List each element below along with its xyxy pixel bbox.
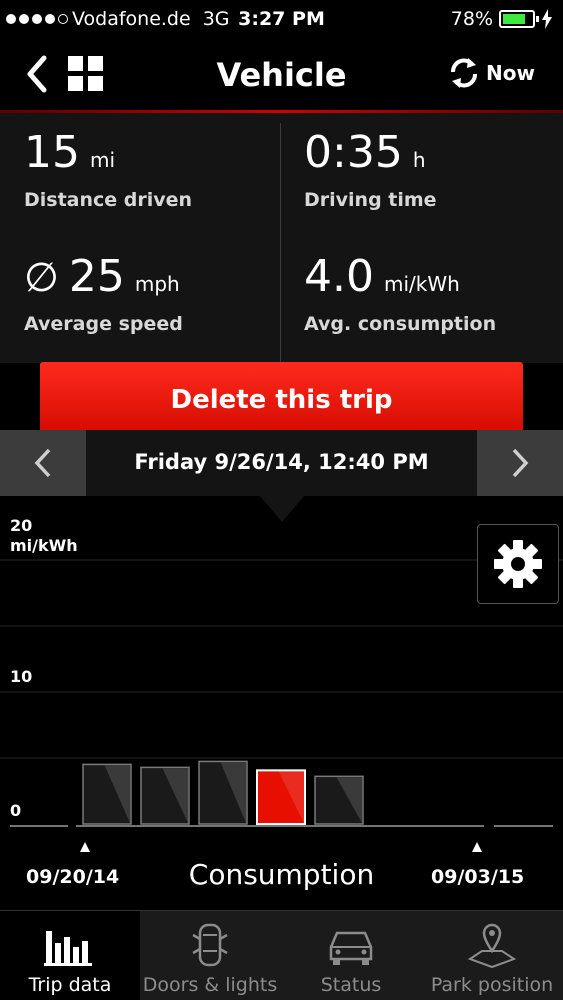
gear-icon <box>494 540 542 588</box>
y-tick-label-top: 20 <box>10 516 33 535</box>
tab-bar: Trip data Doors & lights Status Park pos… <box>0 910 563 1000</box>
chart-bar[interactable] <box>198 760 248 825</box>
distance-value: 15 <box>24 127 80 178</box>
distance-unit: mi <box>90 148 116 172</box>
previous-trip-button[interactable] <box>0 430 86 496</box>
delete-trip-button[interactable]: Delete this trip <box>40 362 523 434</box>
tab-label: Park position <box>430 974 554 996</box>
chart-bar[interactable] <box>314 775 364 825</box>
carrier-name: Vodafone.de <box>72 8 191 30</box>
range-end-date: 09/03/15 <box>431 866 525 888</box>
consumption-unit: mi/kWh <box>383 272 460 296</box>
refresh-icon <box>451 58 478 88</box>
chart-bar[interactable] <box>82 763 132 825</box>
y-tick-label-mid: 10 <box>10 667 33 686</box>
y-axis-unit: mi/kWh <box>10 536 78 555</box>
carrier-info: Vodafone.de 3G <box>6 8 230 30</box>
chart-bar-selected[interactable] <box>256 769 306 825</box>
distance-label: Distance driven <box>24 189 193 211</box>
status-bar: Vodafone.de 3G 3:27 PM 78% <box>0 0 563 38</box>
stat-distance: 15 mi Distance driven <box>24 127 193 212</box>
tab-trip-data[interactable]: Trip data <box>0 911 140 1000</box>
y-tick-label-bottom: 0 <box>10 801 22 820</box>
range-marker-icon <box>472 842 482 852</box>
time-value: 0:35 <box>304 127 403 178</box>
battery-icon <box>499 10 539 28</box>
stat-driving-time: 0:35 h Driving time <box>304 127 437 212</box>
speed-unit: mph <box>134 272 180 296</box>
stat-average-speed: ∅ 25 mph Average speed <box>24 251 183 336</box>
range-marker-icon <box>80 842 90 852</box>
trip-date: Friday 9/26/14, 12:40 PM <box>134 450 429 474</box>
chart-settings-button[interactable] <box>477 524 559 604</box>
battery-percent: 78% <box>450 8 493 30</box>
bar-chart-icon <box>44 931 92 966</box>
speed-value: 25 <box>68 251 125 302</box>
car-top-icon <box>192 923 228 967</box>
tab-park-position[interactable]: Park position <box>422 911 562 1000</box>
time-unit: h <box>412 148 426 172</box>
speed-label: Average speed <box>24 313 183 335</box>
average-symbol-icon: ∅ <box>24 255 59 301</box>
next-trip-button[interactable] <box>477 430 563 496</box>
chevron-left-icon <box>34 448 51 478</box>
tab-doors-lights[interactable]: Doors & lights <box>140 911 280 1000</box>
refresh-button[interactable]: Now <box>448 56 535 90</box>
tab-label: Doors & lights <box>142 974 278 996</box>
stat-avg-consumption: 4.0 mi/kWh Avg. consumption <box>304 251 497 336</box>
refresh-label: Now <box>486 61 535 85</box>
tab-status[interactable]: Status <box>281 911 421 1000</box>
battery-info: 78% <box>451 8 553 30</box>
tab-label: Status <box>320 974 382 996</box>
chart-bar[interactable] <box>140 766 190 825</box>
tab-label: Trip data <box>28 974 112 996</box>
charging-bolt-icon <box>542 9 552 29</box>
signal-strength-icon <box>6 14 68 24</box>
chevron-right-icon <box>512 448 529 478</box>
consumption-value: 4.0 <box>304 251 374 302</box>
map-pin-icon <box>467 923 517 969</box>
stats-divider <box>280 123 281 368</box>
car-front-icon <box>329 931 373 965</box>
trip-stats: 15 mi Distance driven 0:35 h Driving time … <box>0 113 563 368</box>
consumption-label: Avg. consumption <box>304 313 497 335</box>
network-type: 3G <box>202 8 230 30</box>
nav-bar: Vehicle Now <box>0 38 563 110</box>
date-pointer <box>260 496 304 522</box>
time-label: Driving time <box>304 189 437 211</box>
date-selector: Friday 9/26/14, 12:40 PM <box>0 430 563 496</box>
